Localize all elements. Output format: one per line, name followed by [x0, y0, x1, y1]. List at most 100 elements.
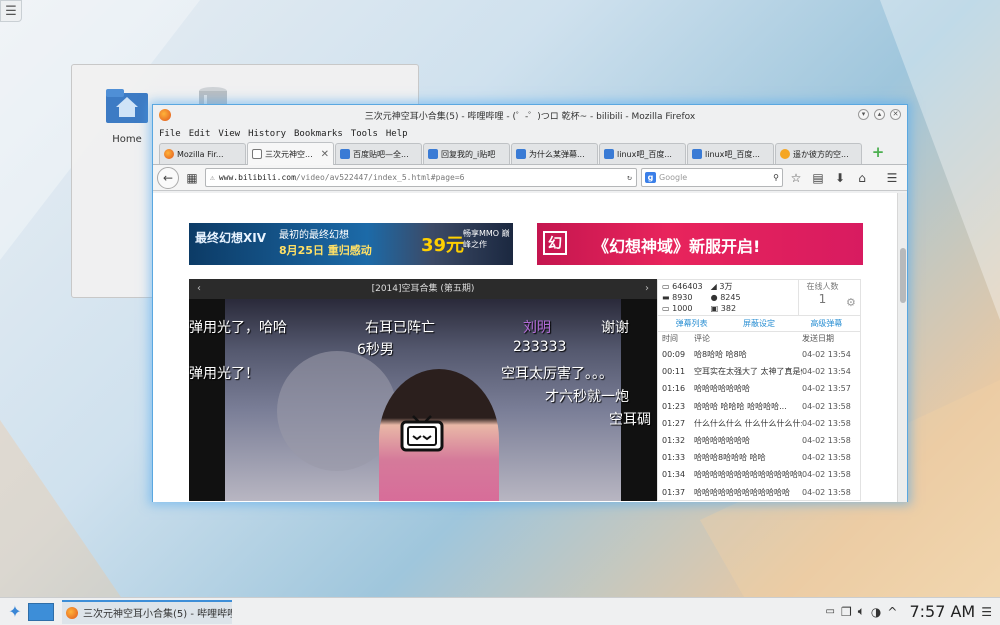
downloads-icon[interactable]: ⬇	[831, 171, 849, 185]
comment-row[interactable]: 01:23 哈哈哈 哈哈哈 哈哈哈哈... 04-02 13:58	[658, 398, 860, 415]
ad-price: 39元	[421, 235, 465, 256]
menu-history[interactable]: History	[248, 129, 286, 139]
comment-time: 01:34	[662, 470, 686, 480]
close-tab-icon[interactable]: ✕	[321, 149, 329, 160]
stats-row: ▭ 646403 ▬ 8930 ▭ 1000 ◢ 3万 ● 8245 ▣ 382…	[658, 280, 860, 316]
page-scrollbar[interactable]	[897, 193, 907, 502]
tab-label: linux吧_百度...	[617, 149, 672, 159]
danmaku-comment: 弹用光了！	[189, 366, 259, 382]
url-bar[interactable]: ⚠ www.bilibili.com/video/av522447/index_…	[205, 168, 637, 187]
online-count: 在线人数 1	[798, 280, 846, 315]
search-bar[interactable]: g Google ⚲	[641, 168, 783, 187]
tab-tieba-4[interactable]: linux吧_百度...	[599, 143, 686, 164]
favorite-stat: ◢ 3万	[710, 282, 733, 291]
reading-list-icon[interactable]: ▤	[809, 171, 827, 185]
tab-tieba-3[interactable]: 为什么某弹幕...	[511, 143, 598, 164]
ad-text: 《幻想神域》新服开启!	[593, 237, 761, 256]
bookmark-star-icon[interactable]: ☆	[787, 171, 805, 185]
close-button[interactable]: ✕	[890, 109, 901, 120]
home-icon[interactable]: ⌂	[853, 171, 871, 185]
comment-row[interactable]: 01:32 哈哈哈哈哈哈哈 04-02 13:58	[658, 432, 860, 449]
comment-row[interactable]: 00:11 空耳实在太强大了 太神了真是佩服佩服...04-02 13:54	[658, 363, 860, 380]
reload-icon[interactable]: ↻	[627, 173, 632, 182]
comment-row[interactable]: 01:16 哈哈哈哈哈哈哈 04-02 13:57	[658, 380, 860, 397]
comment-date: 04-02 13:58	[802, 418, 851, 428]
baidu-paw-icon	[692, 149, 702, 159]
desktop-toolbox-button[interactable]: ☰	[0, 0, 22, 22]
tab-mozilla[interactable]: Mozilla Fir...	[159, 143, 246, 164]
limit-stat: ▭ 1000	[662, 304, 693, 313]
tab-tieba-1[interactable]: 百度贴吧—全...	[335, 143, 422, 164]
comment-row[interactable]: 01:33 哈哈哈8哈哈哈 哈哈 04-02 13:58	[658, 449, 860, 466]
scrollbar-thumb[interactable]	[900, 248, 906, 303]
video-frame[interactable]: 弹用光了，哈哈 右耳已阵亡 刘明 谢谢 6秒男 233333 弹用光了！ 空耳太厉害了。。。才…	[189, 299, 657, 501]
menu-edit[interactable]: Edit	[189, 129, 211, 139]
stat-value: 8245	[720, 293, 741, 302]
menu-file[interactable]: File	[159, 129, 181, 139]
comment-row[interactable]: 01:27 什么什么什么 什么什么什么什么~04-02 13:58	[658, 415, 860, 432]
comment-row[interactable]: 01:37 哈哈哈哈哈哈哈哈哈哈哈哈 04-02 13:58	[658, 484, 860, 501]
prev-arrow-icon[interactable]: ‹	[197, 279, 201, 299]
clipboard-icon[interactable]: ❐	[841, 605, 852, 619]
binoculars-icon[interactable]: ⚲	[773, 173, 779, 182]
col-time[interactable]: 时间	[662, 332, 694, 346]
tab-label: 百度贴吧—全...	[353, 149, 409, 159]
minimize-button[interactable]: ▾	[858, 109, 869, 120]
player-title: [2014]空耳合集 (第五期)	[371, 284, 475, 294]
tab-tieba-5[interactable]: linux吧_百度...	[687, 143, 774, 164]
tab-tieba-2[interactable]: 回复我的_i贴吧	[423, 143, 510, 164]
new-tab-button[interactable]: +	[869, 144, 887, 162]
tab-bilibili[interactable]: 三次元神空... ✕	[247, 142, 334, 165]
comment-time: 01:32	[662, 436, 686, 446]
comment-time: 01:37	[662, 487, 686, 497]
network-icon[interactable]: ◑	[871, 605, 881, 619]
baidu-paw-icon	[604, 149, 614, 159]
menu-view[interactable]: View	[218, 129, 240, 139]
clock[interactable]: 7:57 AM	[909, 602, 975, 621]
volume-icon[interactable]: 🔈︎	[858, 604, 865, 619]
hamburger-menu-icon[interactable]: ☰	[883, 171, 901, 185]
search-input[interactable]: Google	[659, 173, 687, 182]
settings-gear-icon[interactable]: ⚙	[846, 280, 860, 315]
ad-banner-fantasy[interactable]: 幻 《幻想神域》新服开启!	[537, 223, 863, 265]
page-content: 最终幻想XIV 最初的最终幻想 8月25日 重归感动 39元 畅享MMO 巅峰之…	[153, 193, 898, 502]
advanced-danmaku-button[interactable]: 高级弹幕	[793, 316, 860, 331]
danmaku-comment: 233333	[513, 339, 567, 355]
tab-sky[interactable]: 遥か彼方的空...	[775, 143, 862, 164]
maximize-button[interactable]: ▴	[874, 109, 885, 120]
application-launcher-icon[interactable]: ✦	[4, 601, 26, 623]
danmaku-comment: 刘明	[523, 320, 551, 336]
next-arrow-icon[interactable]: ›	[645, 279, 649, 299]
col-date[interactable]: 发送日期	[802, 332, 834, 346]
video-player[interactable]: ‹ [2014]空耳合集 (第五期) › 弹用光了，哈哈 右耳已阵亡 刘明 谢谢 6秒男…	[189, 279, 657, 501]
ad-banner-ffxiv[interactable]: 最终幻想XIV 最初的最终幻想 8月25日 重归感动 39元 畅享MMO 巅峰之…	[189, 223, 513, 265]
virtual-desktop-pager[interactable]	[28, 602, 54, 621]
menu-tools[interactable]: Tools	[351, 129, 378, 139]
danmaku-list-button[interactable]: 弹幕列表	[658, 316, 725, 331]
comment-date: 04-02 13:57	[802, 384, 851, 394]
tab-label: 三次元神空...	[265, 149, 313, 159]
tray-expand-icon[interactable]: ^	[887, 605, 897, 619]
comment-row[interactable]: 00:09 哈8哈哈 哈8哈 04-02 13:54	[658, 346, 860, 363]
window-titlebar[interactable]: 三次元神空耳小合集(5) - 哔哩哔哩 - (゜-゜)つロ 乾杯~ - bili…	[153, 105, 907, 125]
stat-value: 1000	[672, 304, 693, 313]
coin-stat: ● 8245	[710, 293, 741, 302]
panel-options-icon[interactable]: ☰	[981, 605, 992, 619]
col-comment[interactable]: 评论	[694, 332, 802, 346]
menu-help[interactable]: Help	[386, 129, 408, 139]
online-label: 在线人数	[806, 282, 839, 291]
taskbar-task-firefox[interactable]: 三次元神空耳小合集(5) - 哔哩哔哩	[62, 599, 232, 624]
comment-row[interactable]: 01:34 哈哈哈哈哈哈哈哈哈哈哈哈哈哈哈 04-02 13:58	[658, 466, 860, 483]
back-button[interactable]: ←	[157, 166, 179, 189]
url-path: /video/av522447/index_5.html#page=6	[295, 173, 465, 182]
block-settings-button[interactable]: 屏蔽设定	[725, 316, 792, 331]
menu-bar: File Edit View History Bookmarks Tools H…	[153, 125, 907, 142]
baidu-paw-icon	[428, 149, 438, 159]
tab-label: Mozilla Fir...	[177, 149, 224, 159]
menu-bookmarks[interactable]: Bookmarks	[294, 129, 343, 139]
keyboard-icon[interactable]: ▭	[826, 606, 835, 617]
firefox-window: 三次元神空耳小合集(5) - 哔哩哔哩 - (゜-゜)つロ 乾杯~ - bili…	[152, 104, 908, 502]
page-grid-icon[interactable]: ▦	[183, 171, 201, 185]
comment-text: 空耳实在太强大了 太神了真是佩服佩服...	[694, 367, 802, 377]
comment-text: 哈哈哈哈哈哈哈哈哈哈哈哈	[694, 487, 790, 497]
